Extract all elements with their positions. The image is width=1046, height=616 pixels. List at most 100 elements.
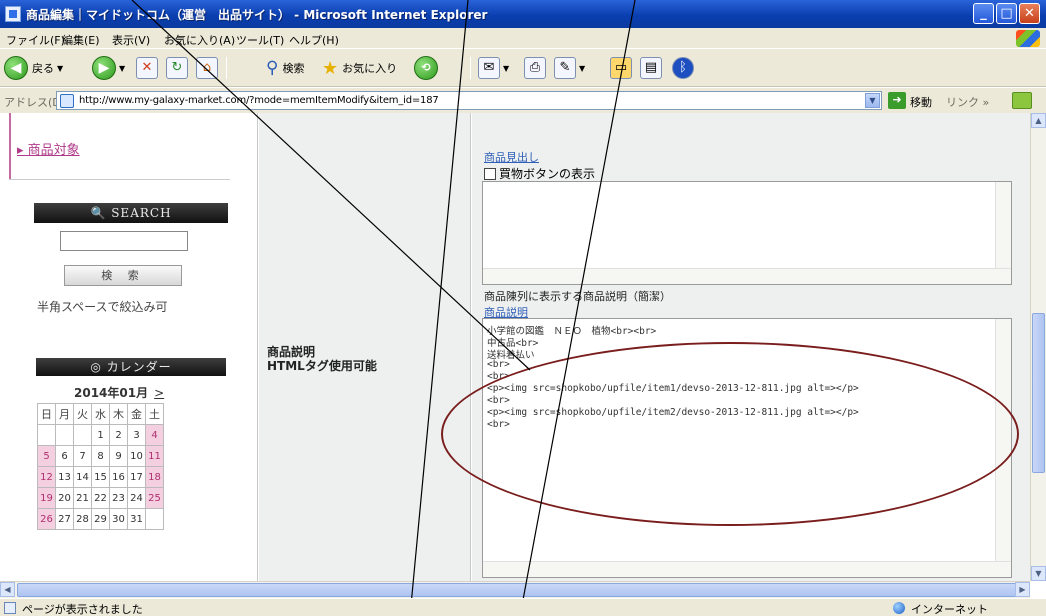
refresh-button[interactable]: ↻ bbox=[166, 54, 188, 82]
heading-textarea[interactable] bbox=[482, 181, 1012, 285]
calendar-day[interactable]: 16 bbox=[109, 466, 128, 488]
calendar-day[interactable]: 26 bbox=[37, 508, 56, 530]
chevron-down-icon[interactable]: ▼ bbox=[57, 64, 63, 73]
calendar-day[interactable]: 8 bbox=[91, 445, 110, 467]
scroll-up-icon[interactable]: ▲ bbox=[1031, 113, 1046, 128]
checkbox[interactable] bbox=[484, 168, 496, 180]
calendar-day[interactable]: 11 bbox=[145, 445, 164, 467]
go-arrow-icon[interactable]: ➜ bbox=[888, 92, 906, 109]
close-button[interactable]: ✕ bbox=[1019, 3, 1040, 24]
refresh-icon: ↻ bbox=[166, 57, 188, 79]
textarea-hscrollbar[interactable] bbox=[483, 268, 1011, 284]
menu-help[interactable]: ヘルプ(H) bbox=[289, 32, 339, 48]
address-input[interactable]: http://www.my-galaxy-market.com/?mode=me… bbox=[56, 91, 882, 110]
calendar-day bbox=[55, 424, 74, 446]
page-content: ▸ 商品対象 🔍 SEARCH 検 索 半角スペースで絞込み可 ◎ カレンダー … bbox=[0, 113, 1030, 581]
go-button[interactable]: 移動 bbox=[910, 94, 932, 110]
heading-link[interactable]: 商品見出し bbox=[484, 149, 539, 165]
calendar-day[interactable]: 15 bbox=[91, 466, 110, 488]
menu-edit[interactable]: 編集(E) bbox=[62, 32, 100, 48]
calendar-day[interactable]: 29 bbox=[91, 508, 110, 530]
research-button[interactable]: ▤ bbox=[640, 54, 662, 82]
maximize-button[interactable]: □ bbox=[996, 3, 1017, 24]
calendar-day[interactable]: 4 bbox=[145, 424, 164, 446]
stop-button[interactable]: ✕ bbox=[136, 54, 158, 82]
scroll-thumb[interactable] bbox=[1032, 313, 1045, 473]
history-button[interactable]: ⟲ bbox=[414, 54, 438, 82]
search-input[interactable] bbox=[60, 231, 188, 251]
textarea-scrollbar[interactable] bbox=[995, 319, 1011, 577]
chevron-down-icon[interactable]: ▼ bbox=[865, 93, 880, 108]
calendar-day[interactable]: 30 bbox=[109, 508, 128, 530]
calendar-day[interactable]: 28 bbox=[73, 508, 92, 530]
menu-view[interactable]: 表示(V) bbox=[112, 32, 150, 48]
calendar-day[interactable]: 1 bbox=[91, 424, 110, 446]
calendar-day[interactable]: 14 bbox=[73, 466, 92, 488]
search-submit-button[interactable]: 検 索 bbox=[64, 265, 182, 286]
calendar-day[interactable]: 25 bbox=[145, 487, 164, 509]
calendar-weekday-row: 日月火水木金土 bbox=[37, 403, 164, 425]
globe-icon bbox=[893, 602, 905, 614]
page-icon bbox=[60, 94, 74, 108]
forward-button[interactable]: ▶ ▼ bbox=[92, 54, 125, 82]
calendar-day[interactable]: 23 bbox=[109, 487, 128, 509]
calendar-day[interactable]: 12 bbox=[37, 466, 56, 488]
calendar-day[interactable]: 9 bbox=[109, 445, 128, 467]
calendar-day[interactable]: 2 bbox=[109, 424, 128, 446]
menu-file[interactable]: ファイル(F) bbox=[6, 32, 65, 48]
favorites-button[interactable]: ★ お気に入り bbox=[322, 54, 397, 82]
bluetooth-button[interactable]: ᛒ bbox=[672, 54, 694, 82]
form-column: 商品見出し 買物ボタンの表示 商品陳列に表示する商品説明（簡潔） 商品説明 小学… bbox=[472, 113, 1030, 581]
minimize-button[interactable]: _ bbox=[973, 3, 994, 24]
list-description-note: 商品陳列に表示する商品説明（簡潔） bbox=[484, 290, 671, 303]
description-textarea[interactable]: 小学館の図鑑 ＮＥＯ 植物<br><br> 中古品<br> 送料着払い <br> <br… bbox=[482, 318, 1012, 578]
calendar-next-link[interactable]: > bbox=[154, 386, 164, 400]
calendar-day[interactable]: 7 bbox=[73, 445, 92, 467]
back-button[interactable]: ◀ 戻る ▼ bbox=[4, 54, 63, 82]
calendar-day[interactable]: 6 bbox=[55, 445, 74, 467]
calendar-day[interactable]: 22 bbox=[91, 487, 110, 509]
calendar-day[interactable]: 19 bbox=[37, 487, 56, 509]
home-button[interactable]: ⌂ bbox=[196, 54, 218, 82]
calendar-day[interactable]: 24 bbox=[127, 487, 146, 509]
calendar-day[interactable]: 27 bbox=[55, 508, 74, 530]
page-horizontal-scrollbar[interactable]: ◀ ▶ bbox=[0, 581, 1030, 598]
calendar-day[interactable]: 17 bbox=[127, 466, 146, 488]
field-label-note: HTMLタグ使用可能 bbox=[267, 359, 377, 373]
category-link[interactable]: ▸ 商品対象 bbox=[17, 139, 80, 158]
scroll-right-icon[interactable]: ▶ bbox=[1015, 582, 1030, 597]
calendar-day[interactable]: 3 bbox=[127, 424, 146, 446]
calendar-day[interactable]: 21 bbox=[73, 487, 92, 509]
folder-button[interactable]: ▭ bbox=[610, 54, 632, 82]
calendar-day[interactable]: 5 bbox=[37, 445, 56, 467]
extension-icon[interactable] bbox=[1012, 92, 1032, 109]
search-hint: 半角スペースで絞込み可 bbox=[37, 300, 168, 314]
calendar-day[interactable]: 10 bbox=[127, 445, 146, 467]
calendar-week-row: 5 6 7 8 9 10 11 bbox=[37, 445, 164, 467]
calendar-day[interactable]: 31 bbox=[127, 508, 146, 530]
calendar-week-row: 12 13 14 15 16 17 18 bbox=[37, 466, 164, 488]
menu-favorites[interactable]: お気に入り(A) bbox=[164, 32, 235, 48]
textarea-hscrollbar[interactable] bbox=[483, 561, 1011, 577]
calendar-day[interactable]: 20 bbox=[55, 487, 74, 509]
cart-button-toggle[interactable]: 買物ボタンの表示 bbox=[484, 165, 595, 182]
search-button[interactable]: ⚲ 検索 bbox=[266, 54, 304, 82]
edit-button[interactable]: ✎ ▼ bbox=[554, 54, 585, 82]
scroll-left-icon[interactable]: ◀ bbox=[0, 582, 15, 597]
forward-arrow-icon: ▶ bbox=[92, 56, 116, 80]
chevron-down-icon[interactable]: ▼ bbox=[119, 64, 125, 73]
favorites-label: お気に入り bbox=[342, 62, 398, 75]
menu-tools[interactable]: ツール(T) bbox=[236, 32, 284, 48]
print-button[interactable]: ⎙ bbox=[524, 54, 546, 82]
scroll-thumb[interactable] bbox=[17, 583, 1017, 597]
scroll-down-icon[interactable]: ▼ bbox=[1031, 566, 1046, 581]
links-button[interactable]: リンク » bbox=[946, 94, 989, 110]
calendar-day[interactable]: 13 bbox=[55, 466, 74, 488]
calendar-week-row: 19 20 21 22 23 24 25 bbox=[37, 487, 164, 509]
chevron-down-icon[interactable]: ▼ bbox=[503, 64, 509, 73]
status-bar: ページが表示されました インターネット bbox=[0, 598, 1046, 616]
mail-button[interactable]: ✉ ▼ bbox=[478, 54, 509, 82]
calendar-day[interactable]: 18 bbox=[145, 466, 164, 488]
chevron-down-icon[interactable]: ▼ bbox=[579, 64, 585, 73]
page-vertical-scrollbar[interactable]: ▲ ▼ bbox=[1030, 113, 1046, 581]
